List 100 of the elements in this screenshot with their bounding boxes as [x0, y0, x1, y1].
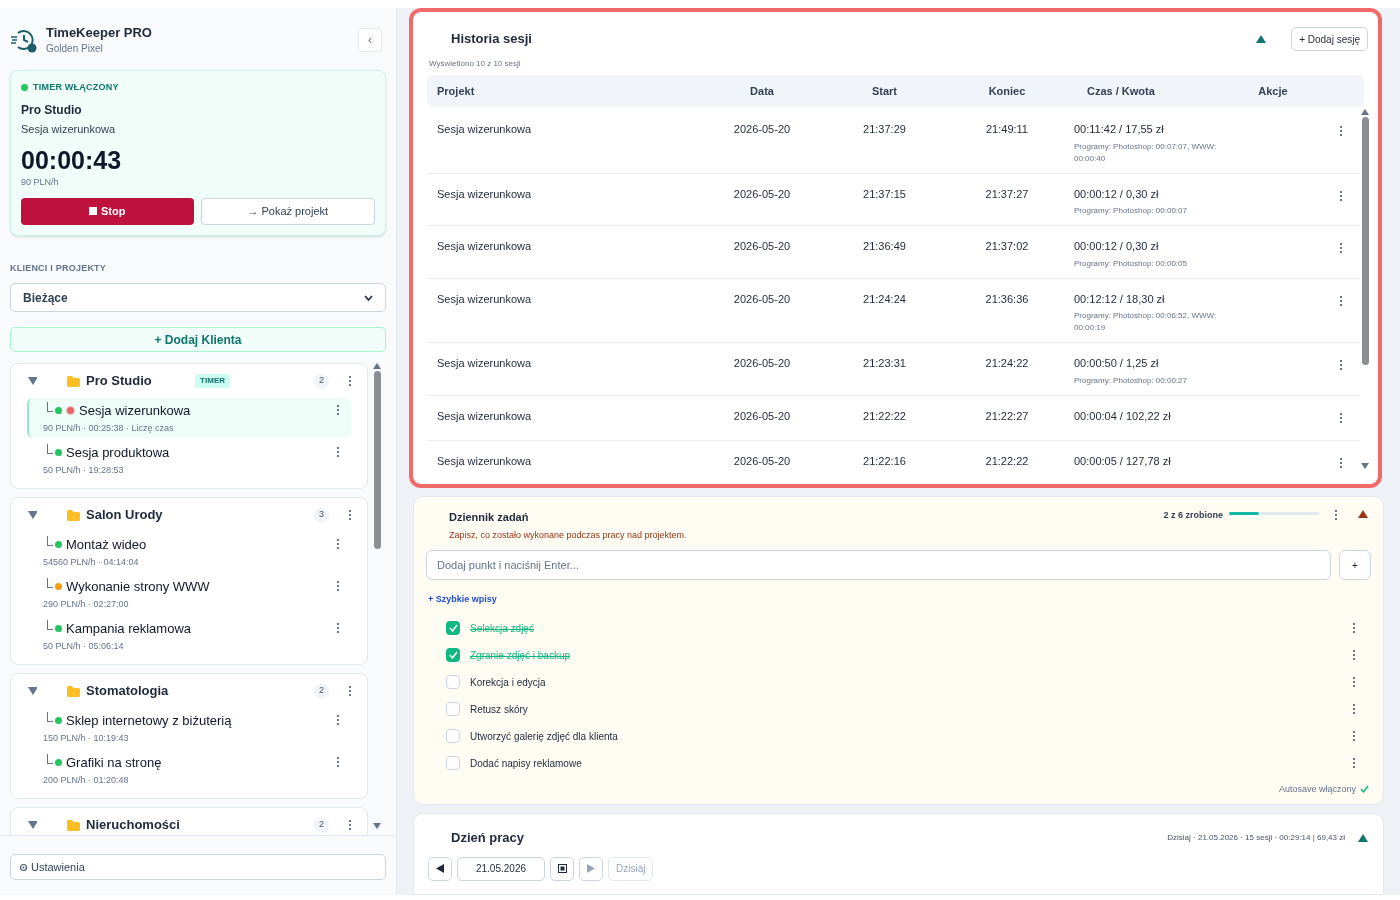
column-header: Data — [749, 83, 775, 99]
scroll-thumb[interactable] — [373, 371, 381, 549]
programs-note: Programy: Photoshop: 00:00:05 — [1074, 257, 1188, 270]
table-cell-text: 2026-05-20 — [732, 239, 792, 254]
left-triangle-icon — [436, 864, 444, 873]
more-icon[interactable] — [335, 446, 341, 458]
table-cell-text: Sesja wizerunkowa — [437, 408, 533, 424]
more-icon[interactable] — [1351, 757, 1357, 769]
task-checkbox[interactable] — [446, 675, 460, 689]
table-cell-text: Sesja wizerunkowa — [437, 239, 533, 254]
collapse-icon[interactable] — [1255, 34, 1268, 44]
project-item[interactable]: Wykonanie strony WWW 290 PLN/h · 02:27:00 — [27, 574, 351, 614]
next-day-button[interactable] — [579, 856, 603, 881]
more-icon[interactable] — [347, 685, 353, 697]
chevron-down-icon — [364, 294, 373, 301]
project-name: Wykonanie strony WWW — [66, 578, 210, 596]
more-icon[interactable] — [1338, 294, 1344, 307]
table-cell-text: 21:22:22 — [862, 408, 907, 424]
collapse-caret-icon[interactable] — [27, 686, 37, 696]
collapse-icon[interactable] — [1357, 832, 1369, 843]
timer-elapsed: 00:00:43 — [21, 145, 123, 175]
calendar-button[interactable] — [550, 856, 574, 881]
column-header: Start — [870, 83, 899, 99]
task-input-field[interactable]: Dodaj punkt i naciśnij Enter... — [426, 550, 1331, 580]
project-item[interactable]: Sklep internetowy z biżuterią 150 PLN/h · 10:19:43 — [27, 708, 351, 748]
scroll-down-icon — [373, 823, 381, 829]
collapse-caret-icon[interactable] — [27, 510, 37, 520]
more-icon[interactable] — [335, 622, 341, 634]
collapse-caret-icon[interactable] — [27, 376, 37, 386]
programs-note: Programy: Photoshop: 00:06:52, WWW: 00:00:19 — [1074, 310, 1218, 334]
task-label: Zgranie zdjęć i backup — [470, 648, 572, 663]
project-item[interactable]: Sesja produktowa 50 PLN/h · 19:28:53 — [27, 440, 351, 480]
section-heading: KLIENCI I PROJEKTY — [9, 261, 108, 275]
timer-client: Pro Studio — [21, 101, 83, 119]
scrollbar[interactable] — [1360, 109, 1370, 469]
project-meta: 50 PLN/h · 05:06:14 — [43, 639, 125, 653]
task-checkbox[interactable] — [446, 702, 460, 716]
more-icon[interactable] — [335, 404, 341, 416]
more-icon[interactable] — [347, 819, 353, 831]
more-icon[interactable] — [1338, 411, 1344, 424]
more-icon[interactable] — [347, 375, 353, 387]
settings-button[interactable]: Ustawienia — [10, 854, 386, 880]
task-label: Korekcja i edycja — [470, 675, 547, 690]
folder-icon — [67, 685, 80, 697]
task-checkbox[interactable] — [446, 621, 460, 635]
quick-entries-link[interactable]: + Szybkie wpisy — [428, 593, 497, 607]
project-item[interactable]: Sesja wizerunkowa 90 PLN/h · 00:25:38 · Liczę czas — [27, 398, 351, 438]
more-icon[interactable] — [1351, 649, 1357, 661]
add-task-button[interactable]: + — [1339, 550, 1371, 580]
table-cell-text: 21:37:27 — [984, 186, 1030, 202]
table-cell-text: 21:24:22 — [984, 356, 1030, 371]
more-icon[interactable] — [335, 714, 341, 726]
scroll-thumb[interactable] — [1361, 117, 1369, 365]
client-name: Pro Studio — [86, 372, 152, 391]
more-icon[interactable] — [1338, 189, 1344, 202]
more-icon[interactable] — [1338, 359, 1344, 371]
project-item[interactable]: Grafiki na stronę 200 PLN/h · 01:20:48 — [27, 750, 351, 790]
table-cell-text: Sesja wizerunkowa — [437, 186, 533, 202]
stop-button[interactable]: Stop — [21, 197, 194, 225]
project-meta: 200 PLN/h · 01:20:48 — [43, 773, 130, 787]
show-project-button[interactable]: → Pokaż projekt — [200, 197, 375, 225]
task-checkbox[interactable] — [446, 729, 460, 743]
project-item[interactable]: Montaż wideo 54560 PLN/h · 04:14:04 — [27, 532, 351, 572]
more-icon[interactable] — [347, 509, 353, 521]
table-cell-text: Sesja wizerunkowa — [437, 291, 533, 307]
collapse-button[interactable]: ‹ — [358, 28, 382, 52]
right-triangle-icon — [587, 864, 595, 873]
project-meta: 150 PLN/h · 10:19:43 — [43, 731, 130, 745]
table-cell-text: 2026-05-20 — [732, 186, 792, 202]
table-cell-text: 2026-05-20 — [732, 408, 792, 424]
more-icon[interactable] — [1351, 730, 1357, 742]
add-session-button[interactable]: + Dodaj sesję — [1291, 27, 1368, 51]
more-icon[interactable] — [1351, 703, 1357, 715]
task-checkbox[interactable] — [446, 756, 460, 770]
table-cell-text: 21:22:22 — [984, 454, 1030, 469]
more-icon[interactable] — [1351, 622, 1357, 634]
filter-select[interactable]: Bieżące — [10, 283, 386, 312]
app-subtitle: Golden Pixel — [46, 42, 104, 56]
more-icon[interactable] — [1338, 457, 1344, 469]
more-icon[interactable] — [1338, 125, 1344, 137]
task-label: Dodać napisy reklamowe — [470, 756, 583, 771]
project-name: Montaż wideo — [66, 536, 147, 554]
scroll-down-icon — [1361, 463, 1369, 469]
task-checkbox[interactable] — [446, 648, 460, 662]
date-field[interactable]: 21.05.2026 — [457, 856, 545, 881]
count-badge: 2 — [314, 373, 329, 389]
project-item[interactable]: Kampania reklamowa 50 PLN/h · 05:06:14 — [27, 616, 351, 656]
more-icon[interactable] — [335, 538, 341, 550]
more-icon[interactable] — [1351, 676, 1357, 688]
project-name: Sesja wizerunkowa — [79, 402, 191, 420]
more-icon[interactable] — [335, 756, 341, 768]
collapse-icon[interactable] — [1357, 509, 1369, 519]
more-icon[interactable] — [335, 580, 341, 592]
more-icon[interactable] — [1333, 509, 1339, 521]
previous-day-button[interactable] — [428, 856, 452, 881]
add-client-button[interactable]: + Dodaj Klienta — [10, 327, 386, 352]
panel-subtitle: Zapisz, co zostało wykonane podczas pracy nad projektem. — [449, 528, 688, 542]
collapse-caret-icon[interactable] — [27, 820, 37, 830]
more-icon[interactable] — [1338, 242, 1344, 254]
folder-icon — [67, 819, 80, 831]
